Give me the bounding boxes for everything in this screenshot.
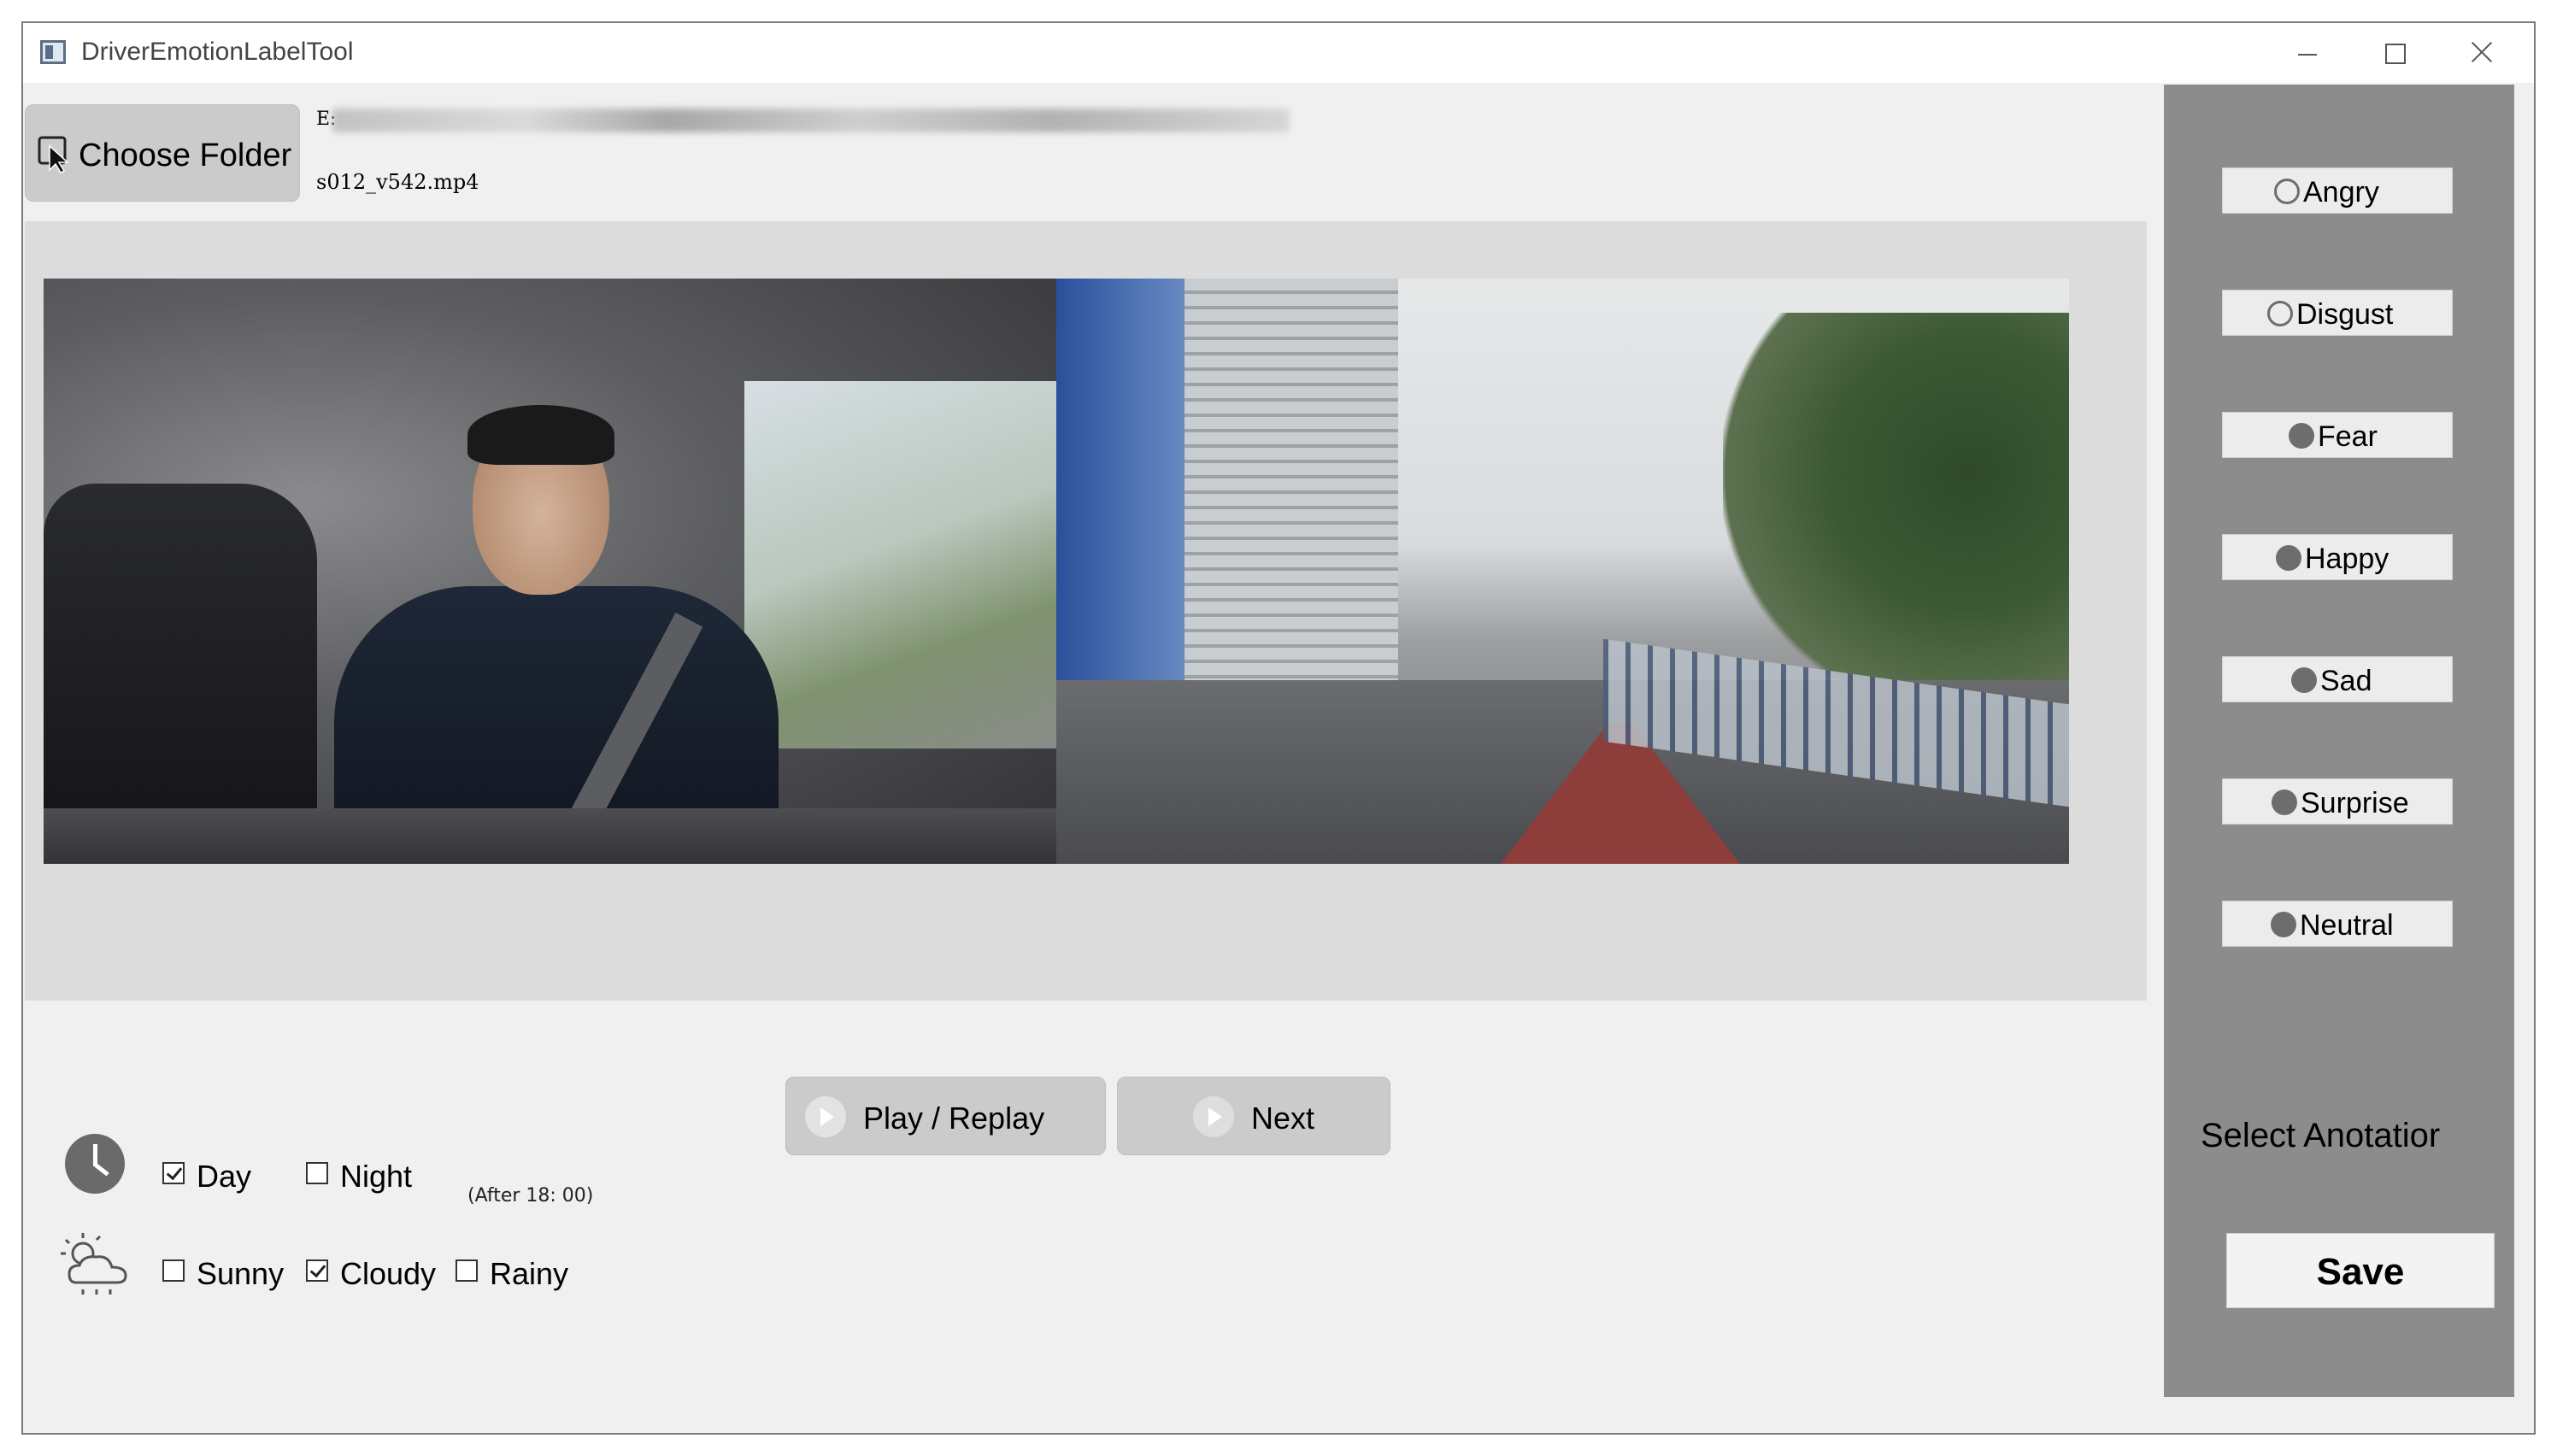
angry-face-icon [2274, 179, 2300, 204]
surprise-button[interactable]: Surprise [2222, 778, 2453, 825]
choose-folder-label: Choose Folder [79, 138, 292, 173]
annotation-panel: Angry Disgust Fear Happy Sad Surprise Ne… [2164, 85, 2514, 1397]
play-replay-label: Play / Replay [863, 1101, 1045, 1136]
play-replay-button[interactable]: Play / Replay [785, 1077, 1106, 1155]
app-icon [40, 40, 66, 64]
driver-camera-view [44, 279, 1056, 864]
minimize-icon [2298, 54, 2317, 56]
close-button[interactable] [2448, 30, 2517, 76]
fear-label: Fear [2318, 420, 2378, 453]
play-icon [805, 1096, 846, 1137]
surprise-label: Surprise [2301, 787, 2409, 819]
window-title: DriverEmotionLabelTool [81, 38, 354, 66]
surprise-face-icon [2272, 790, 2297, 815]
sad-face-icon [2291, 667, 2317, 693]
happy-face-icon [2276, 545, 2301, 571]
select-annotator-label: Select Anotatior [2201, 1117, 2441, 1154]
road-camera-view [1056, 279, 2069, 864]
file-name: s012_v542.mp4 [316, 170, 479, 194]
happy-button[interactable]: Happy [2222, 534, 2453, 580]
neutral-label: Neutral [2300, 909, 2394, 942]
neutral-button[interactable]: Neutral [2222, 901, 2453, 947]
fear-button[interactable]: Fear [2222, 412, 2453, 458]
maximize-button[interactable] [2360, 30, 2429, 76]
clock-icon [65, 1134, 125, 1194]
rainy-label: Rainy [490, 1256, 569, 1291]
fear-face-icon [2289, 423, 2314, 449]
next-label: Next [1251, 1101, 1315, 1136]
maximize-icon [2385, 44, 2406, 64]
day-checkbox-box[interactable] [162, 1162, 185, 1184]
save-button[interactable]: Save [2226, 1233, 2495, 1308]
cursor-select-icon [38, 136, 69, 173]
angry-button[interactable]: Angry [2222, 167, 2453, 214]
night-label: Night [340, 1159, 413, 1194]
sunny-checkbox-box[interactable] [162, 1259, 185, 1282]
disgust-label: Disgust [2296, 298, 2394, 331]
cloudy-checkbox-box[interactable] [306, 1259, 328, 1282]
minimize-button[interactable] [2272, 30, 2341, 76]
cloudy-label: Cloudy [340, 1256, 437, 1291]
day-label: Day [197, 1159, 252, 1194]
angry-label: Angry [2303, 176, 2379, 208]
next-icon [1193, 1096, 1234, 1137]
night-hint: (After 18: 00) [467, 1185, 594, 1206]
night-checkbox-box[interactable] [306, 1162, 328, 1184]
next-button[interactable]: Next [1117, 1077, 1390, 1155]
sunny-label: Sunny [197, 1256, 285, 1291]
choose-folder-button[interactable]: Choose Folder [25, 104, 300, 202]
disgust-button[interactable]: Disgust [2222, 290, 2453, 336]
rainy-checkbox-box[interactable] [456, 1259, 478, 1282]
sad-label: Sad [2320, 665, 2372, 697]
disgust-face-icon [2267, 301, 2293, 326]
app-window: DriverEmotionLabelTool Choose Folder E: … [21, 21, 2536, 1435]
partly-cloudy-icon [61, 1233, 127, 1295]
happy-label: Happy [2305, 543, 2389, 575]
video-display-area [25, 221, 2147, 1001]
title-bar: DriverEmotionLabelTool [23, 23, 2534, 83]
save-label: Save [2316, 1251, 2405, 1293]
sad-button[interactable]: Sad [2222, 656, 2453, 702]
neutral-face-icon [2271, 912, 2296, 937]
folder-path-redacted [332, 109, 1290, 132]
